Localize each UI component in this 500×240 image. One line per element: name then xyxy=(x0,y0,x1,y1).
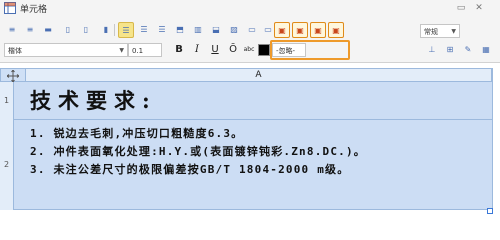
color-swatch[interactable] xyxy=(258,44,270,56)
overline-button[interactable]: Ō xyxy=(226,43,240,57)
merge-cells-icon[interactable]: ▭ xyxy=(244,22,260,38)
delete-row-icon[interactable]: ▬ xyxy=(40,22,56,38)
brush-icon[interactable]: ✎ xyxy=(460,42,476,58)
column-header-a[interactable]: A xyxy=(26,68,492,82)
grid-border xyxy=(492,68,493,210)
row-header-2[interactable]: 2 xyxy=(0,120,14,210)
cell-text-line: 2. 冲件表面氧化处理:H.Y.或(表面镀锌钝彩.Zn8.DC.)。 xyxy=(30,145,367,158)
color-select-value: -忽略- xyxy=(276,47,296,55)
align-middle-icon[interactable]: ▥ xyxy=(190,22,206,38)
style-select-value: 常规 xyxy=(424,28,438,36)
select-all-corner[interactable] xyxy=(0,68,26,82)
fill-color-icon[interactable]: ▨ xyxy=(226,22,242,38)
format-toolbar: 楷体 ▼ 0.1 B I U Ō abc -忽略- ⊥ ⊞ ✎ ▦ xyxy=(0,40,500,60)
cell-grid: A 1 技术要求: 2 1. 锐边去毛刺,冲压切口粗糙度6.3。 2. 冲件表面… xyxy=(0,68,492,210)
close-icon[interactable]: ✕ xyxy=(472,1,486,15)
cell-properties-panel: 单元格 ▭ ✕ ≡ ≡ ▬ ▯ ▯ ▮ ☰ ☰ ☰ ⬒ ▥ ⬓ ▨ ▭ ▭ ▣ … xyxy=(0,0,500,63)
delete-col-icon[interactable]: ▮ xyxy=(98,22,114,38)
cell-border-top-icon[interactable]: ▣ xyxy=(274,22,290,38)
style-select[interactable]: 常规 ▼ xyxy=(420,24,460,38)
align-center-icon[interactable]: ☰ xyxy=(136,22,152,38)
chevron-down-icon: ▼ xyxy=(451,28,456,35)
toolbar-separator xyxy=(114,24,115,36)
align-top-icon[interactable]: ⬒ xyxy=(172,22,188,38)
resize-handle[interactable] xyxy=(487,208,493,214)
cell-a1[interactable]: 技术要求: xyxy=(14,82,492,120)
size-input-value: 0.1 xyxy=(132,47,144,55)
underline-button[interactable]: U xyxy=(208,43,222,57)
insert-image-icon[interactable]: ▦ xyxy=(478,42,494,58)
insert-col-left-icon[interactable]: ▯ xyxy=(60,22,76,38)
cell-a2[interactable]: 1. 锐边去毛刺,冲压切口粗糙度6.3。 2. 冲件表面氧化处理:H.Y.或(表… xyxy=(14,120,492,210)
cell-text: 技术要求: xyxy=(30,88,157,113)
chevron-down-icon: ▼ xyxy=(119,47,124,54)
align-right-icon[interactable]: ☰ xyxy=(154,22,170,38)
bold-button[interactable]: B xyxy=(172,43,186,57)
panel-titlebar: 单元格 ▭ ✕ xyxy=(0,0,500,16)
align-bottom-icon[interactable]: ⬓ xyxy=(208,22,224,38)
row-header-1[interactable]: 1 xyxy=(0,82,14,120)
insert-row-above-icon[interactable]: ≡ xyxy=(4,22,20,38)
insert-row-below-icon[interactable]: ≡ xyxy=(22,22,38,38)
cell-border-left-icon[interactable]: ▣ xyxy=(292,22,308,38)
cell-text-line: 1. 锐边去毛刺,冲压切口粗糙度6.3。 xyxy=(30,127,244,140)
size-input[interactable]: 0.1 xyxy=(128,43,162,57)
cell-border-right-icon[interactable]: ▣ xyxy=(310,22,326,38)
align-left-icon[interactable]: ☰ xyxy=(118,22,134,38)
move-icon xyxy=(7,70,19,82)
cell-text-line: 3. 未注公差尺寸的极限偏差按GB/T 1804-2000 m级。 xyxy=(30,163,350,176)
panel-title: 单元格 xyxy=(20,5,48,15)
insert-symbol-icon[interactable]: ⊞ xyxy=(442,42,458,58)
text-style-icon[interactable]: ⊥ xyxy=(424,42,440,58)
color-select[interactable]: -忽略- xyxy=(272,43,306,57)
cell-border-bottom-icon[interactable]: ▣ xyxy=(328,22,344,38)
italic-button[interactable]: I xyxy=(190,43,204,57)
font-select[interactable]: 楷体 ▼ xyxy=(4,43,128,57)
font-select-value: 楷体 xyxy=(8,47,22,55)
table-icon xyxy=(4,2,16,14)
minimize-icon[interactable]: ▭ xyxy=(454,1,468,15)
insert-col-right-icon[interactable]: ▯ xyxy=(78,22,94,38)
cell-toolbar: ≡ ≡ ▬ ▯ ▯ ▮ ☰ ☰ ☰ ⬒ ▥ ⬓ ▨ ▭ ▭ ▣ ▣ ▣ ▣ 常规… xyxy=(0,20,500,60)
strikethrough-button[interactable]: abc xyxy=(242,43,256,57)
